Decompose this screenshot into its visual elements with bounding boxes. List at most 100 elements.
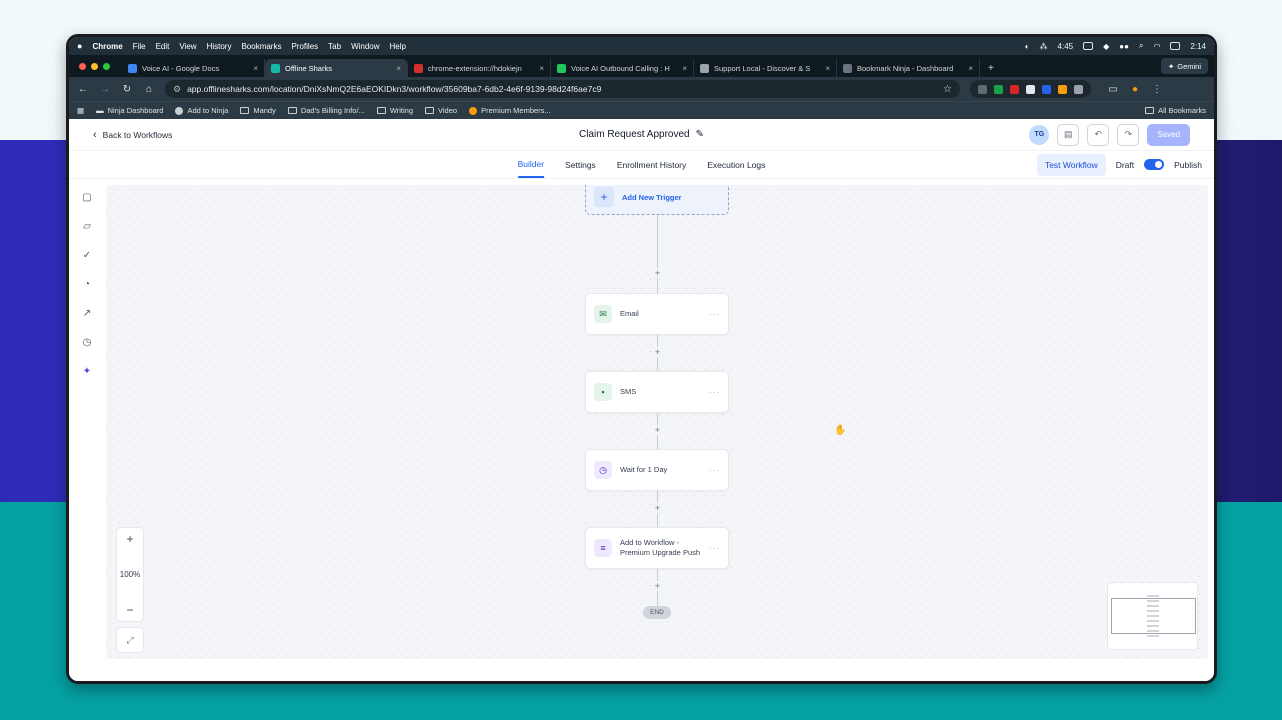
browser-tab[interactable]: Voice AI - Google Docs × (122, 59, 265, 77)
add-to-workflow-node[interactable]: ≡ Add to Workflow - Premium Upgrade Push… (585, 527, 729, 569)
screen-icon[interactable] (1083, 42, 1094, 50)
back-arrow-icon[interactable]: ← (77, 84, 89, 95)
close-tab-icon[interactable]: × (825, 64, 830, 73)
bookmark-add-to-ninja[interactable]: Add to Ninja (175, 106, 228, 115)
menu-view[interactable]: View (179, 42, 196, 51)
zoom-out-button[interactable]: − (126, 603, 133, 617)
tab-settings[interactable]: Settings (565, 151, 596, 178)
dropbox-icon[interactable]: ◆ (1103, 42, 1109, 51)
more-options-icon[interactable]: ··· (709, 310, 720, 319)
status-icon[interactable]: ⁂ (1040, 42, 1048, 51)
clipboard-button[interactable]: ▤ (1057, 123, 1080, 146)
menu-profiles[interactable]: Profiles (291, 42, 318, 51)
all-bookmarks[interactable]: All Bookmarks (1145, 106, 1206, 115)
external-link-icon[interactable]: ↗ (80, 306, 94, 321)
status-icon[interactable]: ◐ (1025, 42, 1030, 51)
bookmark-video[interactable]: Video (425, 106, 457, 115)
extension-icon[interactable] (1058, 84, 1067, 94)
avatar[interactable]: TG (1029, 124, 1050, 145)
menu-kebab-icon[interactable]: ⋮ (1151, 84, 1163, 95)
close-tab-icon[interactable]: × (682, 64, 687, 73)
add-step-button[interactable]: + (652, 347, 663, 357)
add-step-button[interactable]: + (652, 581, 663, 591)
history-icon[interactable]: ◷ (80, 335, 94, 350)
menu-window[interactable]: Window (351, 42, 379, 51)
minimap-viewport[interactable] (1111, 598, 1196, 634)
close-tab-icon[interactable]: × (539, 64, 544, 73)
bookmark-dads-billing[interactable]: Dad's Billing Info/... (287, 106, 365, 115)
pie-chart-icon[interactable]: ◔ (80, 277, 94, 292)
browser-tab[interactable]: Voice AI Outbound Calling : H × (551, 59, 694, 77)
bookmark-premium-members[interactable]: Premium Members... (469, 106, 551, 115)
battery-icon[interactable] (1170, 42, 1181, 50)
document-icon[interactable]: ▱ (80, 219, 94, 234)
check-circle-icon[interactable]: ✓ (80, 248, 94, 263)
add-step-button[interactable]: + (652, 425, 663, 435)
profile-icon[interactable]: ● (1129, 84, 1141, 95)
add-trigger-button[interactable]: + Add New Trigger (585, 185, 729, 215)
browser-tab[interactable]: Offline Sharks × (265, 59, 408, 77)
site-info-icon[interactable]: ⚙ (173, 84, 181, 95)
wifi-icon[interactable]: ◠ (1153, 42, 1160, 51)
extension-icon[interactable] (1042, 84, 1051, 94)
search-icon[interactable]: ⌕ (1139, 41, 1143, 51)
browser-tab[interactable]: Bookmark Ninja - Dashboard × (837, 59, 980, 77)
minimize-window-button[interactable] (91, 62, 98, 70)
apps-grid-icon[interactable]: ▦ (77, 106, 84, 115)
close-tab-icon[interactable]: × (396, 64, 401, 73)
fit-view-button[interactable]: ⤢ (116, 627, 144, 653)
apple-icon[interactable]: ● (77, 41, 82, 51)
tab-builder[interactable]: Builder (517, 151, 545, 178)
extension-icon[interactable] (994, 84, 1003, 94)
browser-tab[interactable]: Support Local - Discover & S × (694, 59, 837, 77)
more-dots-icon[interactable]: ●● (1119, 42, 1129, 51)
bookmark-mandy[interactable]: Mandy (240, 106, 276, 115)
email-node[interactable]: ✉ Email ··· (585, 293, 729, 335)
reading-list-icon[interactable]: ▭ (1107, 84, 1119, 95)
star-icon[interactable]: ☆ (943, 84, 952, 95)
url-text[interactable]: app.offlinesharks.com/location/DniXsNmQ2… (187, 84, 601, 94)
undo-button[interactable]: ↶ (1087, 123, 1110, 146)
menu-help[interactable]: Help (390, 42, 406, 51)
sparkles-icon[interactable]: ✦ (80, 364, 94, 379)
new-tab-button[interactable]: + (980, 59, 1002, 77)
close-window-button[interactable] (79, 62, 86, 70)
pencil-icon[interactable]: ✎ (696, 129, 704, 140)
sms-node[interactable]: ▪ SMS ··· (585, 371, 729, 413)
menu-bookmarks[interactable]: Bookmarks (241, 42, 281, 51)
wait-node[interactable]: ◷ Wait for 1 Day ··· (585, 449, 729, 491)
menu-tab[interactable]: Tab (328, 42, 341, 51)
tab-enrollment-history[interactable]: Enrollment History (617, 151, 686, 178)
saved-button[interactable]: Saved (1147, 123, 1190, 146)
menu-chrome[interactable]: Chrome (92, 42, 122, 51)
add-step-button[interactable]: + (652, 503, 663, 513)
tab-execution-logs[interactable]: Execution Logs (707, 151, 765, 178)
browser-tab[interactable]: chrome-extension://hdokiejn × (408, 59, 551, 77)
bookmark-ninja-dashboard[interactable]: ▬ Ninja Dashboard (96, 106, 163, 115)
test-workflow-button[interactable]: Test Workflow (1036, 153, 1106, 176)
puzzle-icon[interactable] (1074, 84, 1083, 94)
gemini-button[interactable]: ✦ Gemini (1160, 58, 1208, 74)
workflow-title[interactable]: Claim Request Approved ✎ (579, 129, 704, 140)
add-step-button[interactable]: + (652, 268, 663, 278)
extension-icon[interactable] (1010, 84, 1019, 94)
reload-icon[interactable]: ↻ (121, 84, 133, 95)
forward-arrow-icon[interactable]: → (99, 84, 111, 95)
menu-edit[interactable]: Edit (156, 42, 170, 51)
more-options-icon[interactable]: ··· (709, 544, 720, 553)
more-options-icon[interactable]: ··· (709, 466, 720, 475)
pen-icon[interactable] (1026, 84, 1035, 94)
home-icon[interactable]: ⌂ (143, 84, 155, 95)
menu-history[interactable]: History (207, 42, 232, 51)
timer-text[interactable]: 4:45 (1058, 42, 1074, 51)
back-to-workflows-link[interactable]: ‹ Back to Workflows (93, 129, 172, 141)
redo-button[interactable]: ↷ (1117, 123, 1140, 146)
zoom-in-button[interactable]: + (126, 532, 133, 546)
minimap[interactable] (1107, 582, 1198, 650)
more-options-icon[interactable]: ··· (709, 388, 720, 397)
chat-icon[interactable]: ▢ (80, 190, 94, 205)
extension-icon[interactable] (978, 84, 987, 94)
maximize-window-button[interactable] (103, 62, 110, 70)
address-bar[interactable]: ⚙ app.offlinesharks.com/location/DniXsNm… (165, 80, 960, 98)
workflow-canvas[interactable]: + Add New Trigger + ✉ Email ··· + ▪ SMS … (106, 185, 1208, 659)
